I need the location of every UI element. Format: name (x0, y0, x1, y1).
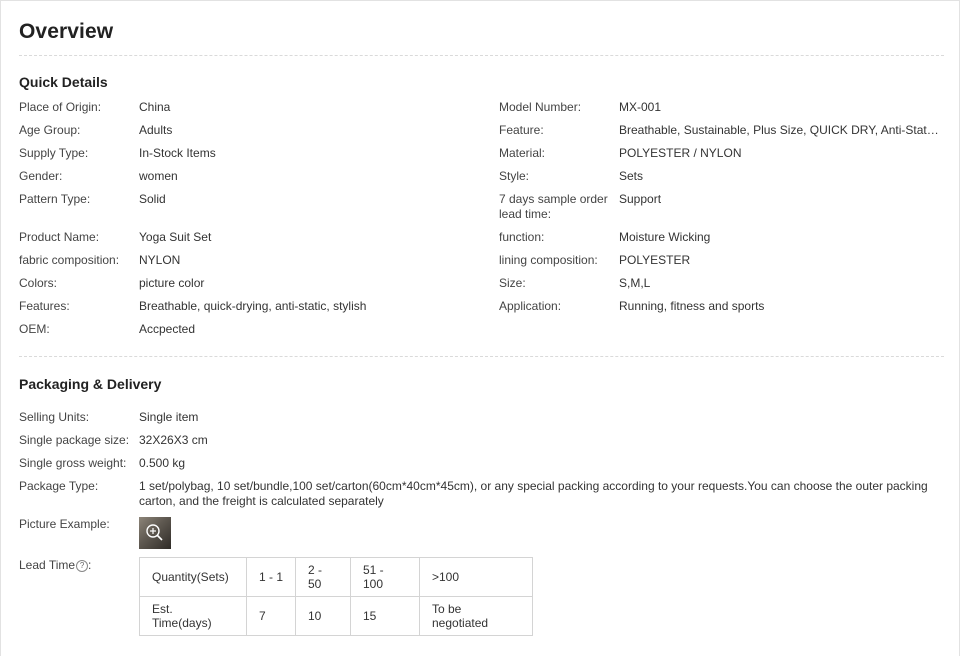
detail-value: POLYESTER / NYLON (619, 146, 742, 160)
detail-value: POLYESTER (619, 253, 691, 267)
detail-value: Accpected (139, 322, 196, 336)
detail-value: S,M,L (619, 276, 651, 290)
table-cell: 7 (246, 596, 296, 636)
table-cell: Quantity(Sets) (139, 557, 247, 597)
detail-value: Adults (139, 123, 173, 137)
detail-label: Model Number: (499, 100, 582, 114)
table-cell: 10 (295, 596, 351, 636)
detail-value: Moisture Wicking (619, 230, 711, 244)
detail-value: MX-001 (619, 100, 662, 114)
detail-label: Gender: (19, 169, 63, 183)
quick-details-heading: Quick Details (19, 74, 108, 90)
packaging-label: Package Type: (19, 479, 99, 493)
table-cell: 51 - 100 (350, 557, 420, 597)
table-cell: 1 - 1 (246, 557, 296, 597)
packaging-value: Single item (139, 410, 199, 424)
packaging-label: Selling Units: (19, 410, 90, 424)
packaging-heading: Packaging & Delivery (19, 376, 162, 392)
detail-label: fabric composition: (19, 253, 120, 267)
packaging-value: 0.500 kg (139, 456, 186, 470)
divider (19, 55, 944, 56)
detail-label: Product Name: (19, 230, 100, 244)
detail-label: 7 days sample order lead time: (499, 192, 608, 221)
lead-time-table: Quantity(Sets) 1 - 1 2 - 50 51 - 100 >10… (139, 557, 533, 636)
package-type-value: 1 set/polybag, 10 set/bundle,100 set/car… (139, 479, 928, 508)
detail-value: women (139, 169, 178, 183)
detail-label: Material: (499, 146, 546, 160)
detail-label: Feature: (499, 123, 544, 137)
detail-label: OEM: (19, 322, 50, 336)
detail-label: Style: (499, 169, 530, 183)
packaging-label: Single package size: (19, 433, 130, 447)
table-row: Est. Time(days) 7 10 15 To be negotiated (139, 596, 533, 636)
detail-value: NYLON (139, 253, 181, 267)
table-cell: 2 - 50 (295, 557, 351, 597)
detail-label: Features: (19, 299, 70, 313)
divider (19, 356, 944, 357)
packaging-label: Single gross weight: (19, 456, 127, 470)
detail-value: Support (619, 192, 662, 206)
table-cell: To be negotiated (419, 596, 533, 636)
page-title: Overview (19, 20, 114, 43)
zoom-in-icon (146, 524, 163, 541)
detail-label: Application: (499, 299, 562, 313)
detail-label: Supply Type: (19, 146, 89, 160)
detail-value: Running, fitness and sports (619, 299, 765, 313)
table-cell: Est. Time(days) (139, 596, 247, 636)
table-row: Quantity(Sets) 1 - 1 2 - 50 51 - 100 >10… (139, 557, 533, 597)
detail-value: Yoga Suit Set (139, 230, 212, 244)
table-cell: >100 (419, 557, 533, 597)
help-icon[interactable]: ? (76, 559, 89, 572)
table-cell: 15 (350, 596, 420, 636)
lead-time-text: Lead Time (19, 558, 76, 572)
detail-label: Age Group: (19, 123, 81, 137)
picture-example-label: Picture Example: (19, 517, 110, 531)
detail-label: Pattern Type: (19, 192, 91, 206)
detail-label: Size: (499, 276, 526, 290)
detail-value: Sets (619, 169, 644, 183)
detail-label: Place of Origin: (19, 100, 102, 114)
detail-label: function: (499, 230, 545, 244)
packaging-value: 32X26X3 cm (139, 433, 208, 447)
detail-value: picture color (139, 276, 205, 290)
detail-label: lining composition: (499, 253, 598, 267)
lead-time-label: Lead Time?: (19, 558, 92, 572)
detail-label: Colors: (19, 276, 58, 290)
detail-value: Breathable, quick-drying, anti-static, s… (139, 299, 367, 313)
detail-value: In-Stock Items (139, 146, 216, 160)
detail-value: Solid (139, 192, 166, 206)
detail-value: China (139, 100, 171, 114)
picture-example-thumbnail[interactable] (139, 517, 171, 549)
overview-panel: Overview Quick Details Place of Origin: … (0, 0, 960, 656)
detail-value: Breathable, Sustainable, Plus Size, QUIC… (619, 123, 941, 137)
